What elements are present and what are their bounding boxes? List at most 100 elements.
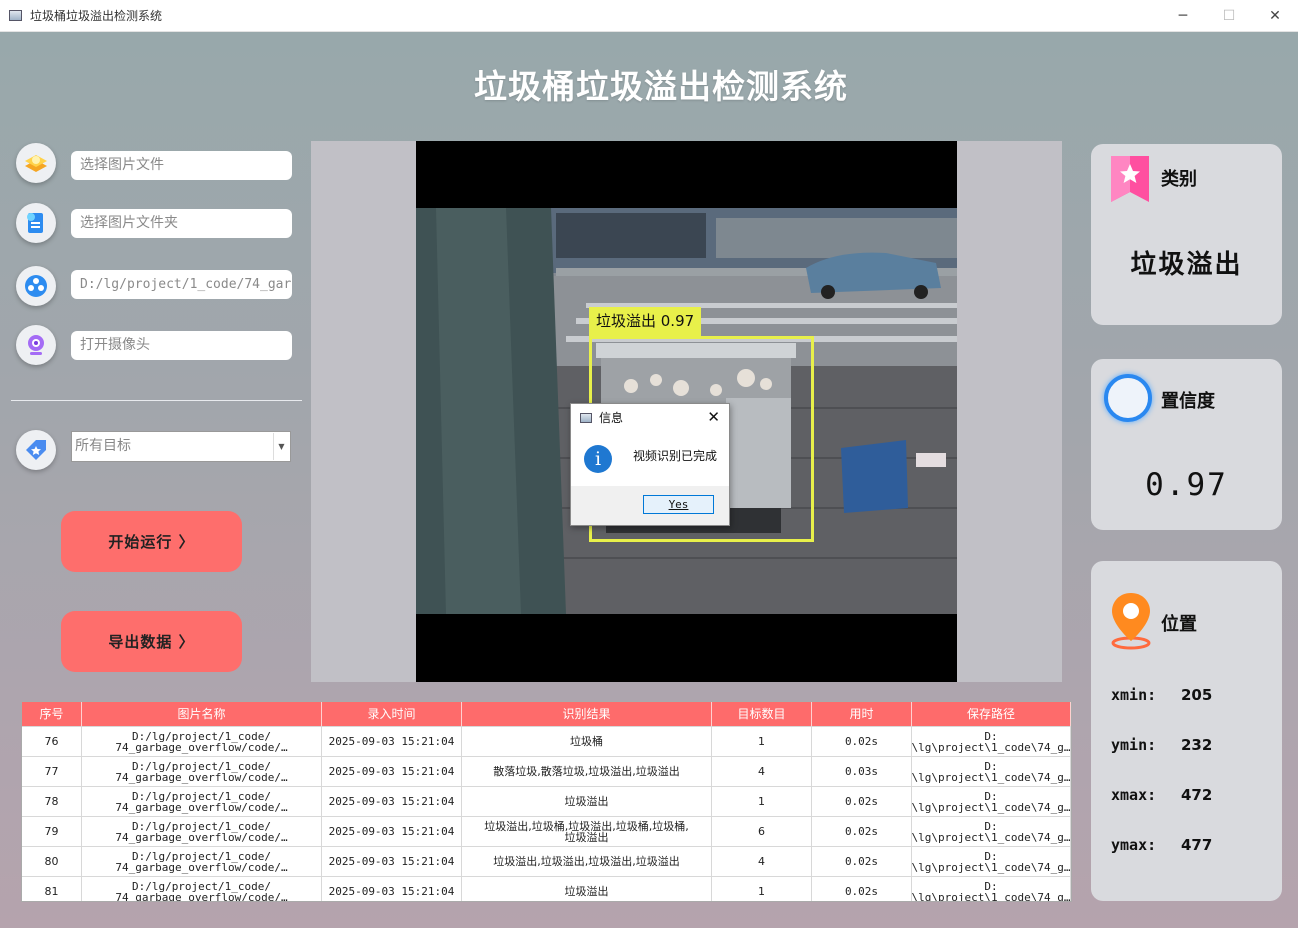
target-select[interactable]: 所有目标 ▼	[71, 431, 291, 462]
table-row[interactable]: 76 D:/lg/project/1_code/74_garbage_overfl…	[22, 726, 1071, 756]
video-icon	[25, 275, 47, 297]
yes-button[interactable]: Yes	[643, 495, 714, 514]
table-body: 76 D:/lg/project/1_code/74_garbage_overfl…	[22, 726, 1071, 901]
results-table: 序号 图片名称 录入时间 识别结果 目标数目 用时 保存路径 76 D:/lg/p…	[21, 701, 1072, 902]
category-card: 类别 垃圾溢出	[1091, 144, 1282, 325]
cell-image-name: D:/lg/project/1_code/74_garbage_overflow…	[82, 847, 322, 876]
info-dialog: 信息 ✕ i 视频识别已完成 Yes	[570, 403, 730, 526]
cell-time: 2025-09-03 15:21:04	[322, 787, 462, 816]
image-folder-button[interactable]	[16, 203, 56, 243]
table-row[interactable]: 79 D:/lg/project/1_code/74_garbage_overfl…	[22, 816, 1071, 846]
cell-id: 77	[22, 757, 82, 786]
window-titlebar: 垃圾桶垃圾溢出检测系统 ─ ☐ ✕	[0, 0, 1298, 32]
export-button[interactable]: 导出数据 〉	[61, 611, 242, 672]
table-row[interactable]: 80 D:/lg/project/1_code/74_garbage_overfl…	[22, 846, 1071, 876]
maximize-button[interactable]: ☐	[1206, 0, 1252, 31]
info-icon: i	[584, 445, 612, 473]
image-folder-icon	[27, 213, 43, 233]
cell-image-name: D:/lg/project/1_code/74_garbage_overflow…	[82, 877, 322, 901]
target-filter-icon-holder	[16, 430, 56, 470]
table-row[interactable]: 77 D:/lg/project/1_code/74_garbage_overfl…	[22, 756, 1071, 786]
video-file-button[interactable]	[16, 266, 56, 306]
header-save-path[interactable]: 保存路径	[912, 702, 1071, 726]
cell-save-path: D: \lg\project\1_code\74_g…	[912, 817, 1071, 846]
minimize-button[interactable]: ─	[1160, 0, 1206, 31]
cell-result: 垃圾溢出	[462, 787, 712, 816]
header-count[interactable]: 目标数目	[712, 702, 812, 726]
ymin-label: ymin:	[1111, 736, 1157, 754]
cell-time: 2025-09-03 15:21:04	[322, 757, 462, 786]
cell-time: 2025-09-03 15:21:04	[322, 727, 462, 756]
image-file-button[interactable]	[16, 143, 56, 183]
cell-save-path: D: \lg\project\1_code\74_g…	[912, 787, 1071, 816]
cell-count: 4	[712, 757, 812, 786]
close-icon: ✕	[1269, 7, 1281, 24]
detection-label: 垃圾溢出 0.97	[589, 307, 702, 336]
cell-count: 1	[712, 877, 812, 901]
cell-id: 76	[22, 727, 82, 756]
camera-button[interactable]	[16, 325, 56, 365]
position-label: 位置	[1161, 614, 1197, 635]
dialog-app-icon	[580, 412, 592, 423]
cell-image-name: D:/lg/project/1_code/74_garbage_overflow…	[82, 727, 322, 756]
table-row[interactable]: 81 D:/lg/project/1_code/74_garbage_overfl…	[22, 876, 1071, 901]
image-file-icon	[25, 155, 47, 172]
header-id[interactable]: 序号	[22, 702, 82, 726]
run-button[interactable]: 开始运行 〉	[61, 511, 242, 572]
cell-result: 垃圾桶	[462, 727, 712, 756]
chevron-down-icon[interactable]: ▼	[273, 433, 289, 460]
cell-id: 79	[22, 817, 82, 846]
image-file-input[interactable]: 选择图片文件	[71, 151, 292, 180]
app-icon	[9, 10, 22, 21]
camera-input[interactable]: 打开摄像头	[71, 331, 292, 360]
cell-count: 4	[712, 847, 812, 876]
dialog-body: i 视频识别已完成	[571, 431, 729, 486]
location-pin-icon	[1111, 593, 1151, 650]
cell-duration: 0.03s	[812, 757, 912, 786]
cell-id: 80	[22, 847, 82, 876]
window-title: 垃圾桶垃圾溢出检测系统	[30, 9, 163, 23]
close-button[interactable]: ✕	[1252, 0, 1298, 31]
category-label: 类别	[1161, 169, 1197, 190]
table-row[interactable]: 78 D:/lg/project/1_code/74_garbage_overfl…	[22, 786, 1071, 816]
minimize-icon: ─	[1178, 7, 1188, 24]
xmin-value: 205	[1181, 686, 1213, 704]
ymax-label: ymax:	[1111, 836, 1157, 854]
cell-result: 垃圾溢出,垃圾溢出,垃圾溢出,垃圾溢出	[462, 847, 712, 876]
header-time[interactable]: 录入时间	[322, 702, 462, 726]
camera-icon	[28, 335, 44, 355]
image-folder-input[interactable]: 选择图片文件夹	[71, 209, 292, 238]
cell-save-path: D: \lg\project\1_code\74_g…	[912, 877, 1071, 901]
cell-image-name: D:/lg/project/1_code/74_garbage_overflow…	[82, 817, 322, 846]
target-select-value: 所有目标	[75, 438, 131, 454]
confidence-label: 置信度	[1161, 391, 1215, 412]
confidence-card: 置信度 0.97	[1091, 359, 1282, 530]
divider	[11, 400, 302, 401]
category-value: 垃圾溢出	[1130, 250, 1243, 280]
cell-image-name: D:/lg/project/1_code/74_garbage_overflow…	[82, 757, 322, 786]
xmin-row: xmin: 205	[1111, 686, 1212, 704]
xmax-row: xmax: 472	[1111, 786, 1212, 804]
cell-save-path: D: \lg\project\1_code\74_g…	[912, 757, 1071, 786]
dialog-close-icon[interactable]: ✕	[707, 408, 720, 426]
cell-duration: 0.02s	[812, 817, 912, 846]
ymin-value: 232	[1181, 736, 1213, 754]
ymax-value: 477	[1181, 836, 1213, 854]
xmin-label: xmin:	[1111, 686, 1157, 704]
cell-duration: 0.02s	[812, 877, 912, 901]
maximize-icon: ☐	[1222, 7, 1236, 24]
app-client: 垃圾桶垃圾溢出检测系统 选择图片文件 选择图片文件夹 D:/lg/project…	[0, 32, 1298, 928]
video-path-input[interactable]: D:/lg/project/1_code/74_garbage_overflow…	[71, 270, 292, 299]
ymax-row: ymax: 477	[1111, 836, 1212, 854]
cell-duration: 0.02s	[812, 847, 912, 876]
cell-save-path: D: \lg\project\1_code\74_g…	[912, 727, 1071, 756]
header-result[interactable]: 识别结果	[462, 702, 712, 726]
xmax-value: 472	[1181, 786, 1213, 804]
header-image-name[interactable]: 图片名称	[82, 702, 322, 726]
cell-result: 垃圾溢出	[462, 877, 712, 901]
cell-duration: 0.02s	[812, 727, 912, 756]
table-header: 序号 图片名称 录入时间 识别结果 目标数目 用时 保存路径	[22, 702, 1071, 726]
dialog-message: 视频识别已完成	[633, 449, 718, 463]
header-duration[interactable]: 用时	[812, 702, 912, 726]
dialog-titlebar: 信息 ✕	[571, 404, 729, 431]
